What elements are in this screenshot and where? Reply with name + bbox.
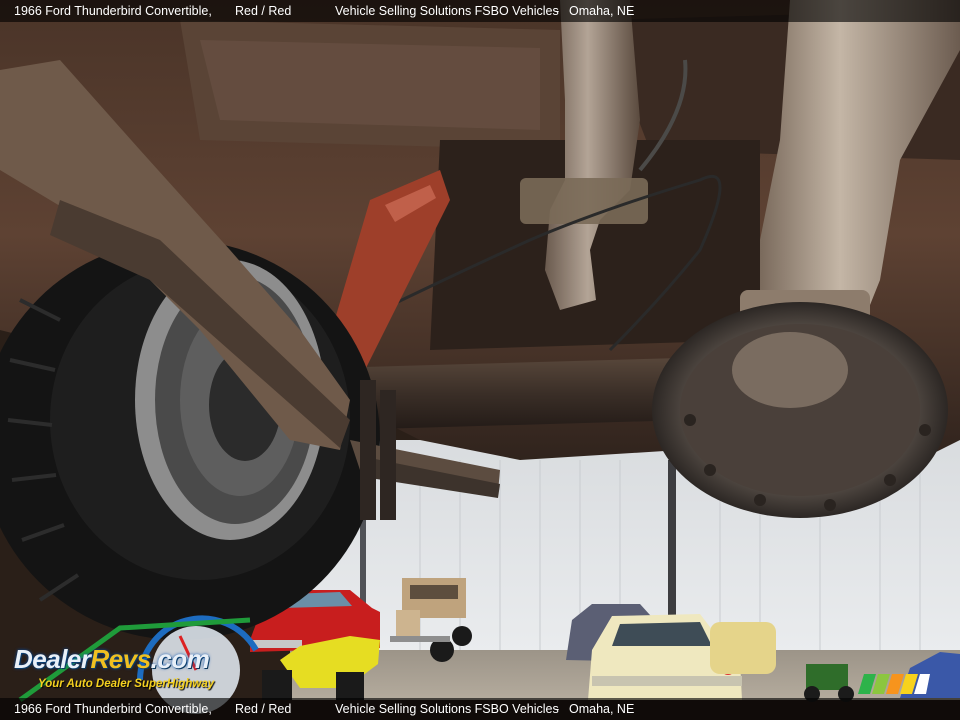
caption-separator: - [555,702,560,716]
location: Omaha, NE [569,4,635,18]
vehicle-colors: Red / Red [235,702,292,716]
vehicle-colors: Red / Red [235,4,292,18]
stripe-logo-icon [858,674,930,694]
seller-name: Vehicle Selling Solutions FSBO Vehicles [335,4,559,18]
watermark-tagline: Your Auto Dealer SuperHighway [38,678,215,690]
caption-bar-top: 1966 Ford Thunderbird Convertible, Red /… [0,0,960,22]
vehicle-name: 1966 Ford Thunderbird Convertible, [14,702,212,716]
undercarriage-photo [0,0,960,714]
dealerrevs-watermark: DealerRevs.com Your Auto Dealer SuperHig… [10,626,272,694]
caption-separator: - [555,4,560,18]
seller-name: Vehicle Selling Solutions FSBO Vehicles [335,702,559,716]
caption-bar-bottom: 1966 Ford Thunderbird Convertible, Red /… [0,698,960,720]
location: Omaha, NE [569,702,635,716]
vehicle-name: 1966 Ford Thunderbird Convertible, [14,4,212,18]
u-bolt [360,380,376,520]
watermark-brand: DealerRevs.com [14,644,210,674]
